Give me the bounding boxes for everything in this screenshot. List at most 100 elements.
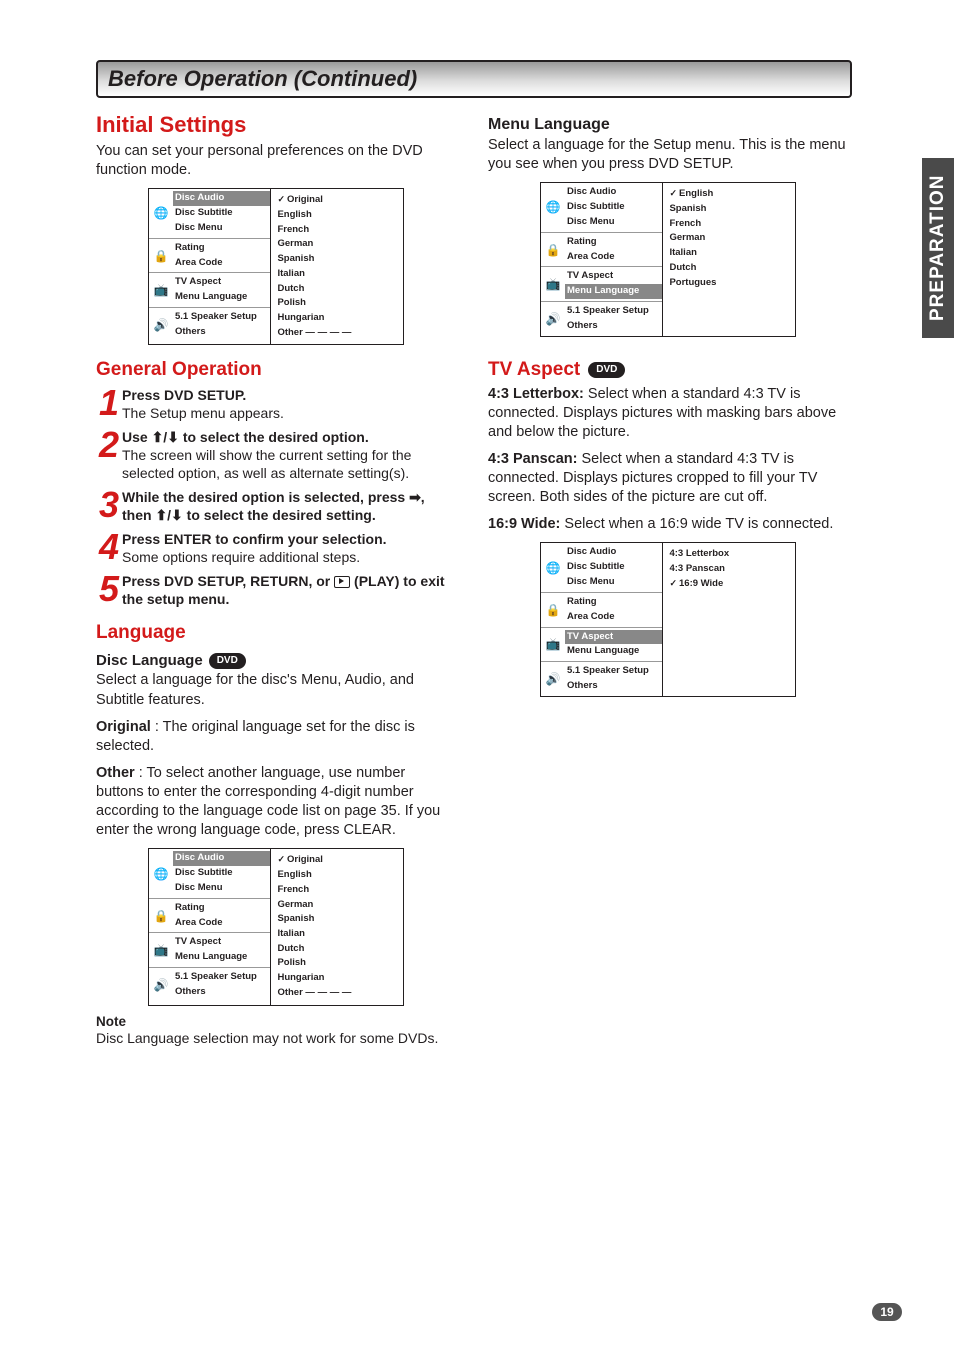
text-disc-language: Select a language for the disc's Menu, A…: [96, 671, 456, 709]
text-169-wide: 16:9 Wide: Select when a 16:9 wide TV is…: [488, 515, 848, 534]
menu-option: 16:9 Wide: [669, 577, 789, 592]
menu-group-icon: 🔒: [544, 601, 562, 619]
menu-option: Original: [277, 193, 397, 208]
menu-item: Area Code: [565, 250, 662, 265]
menu-item: 5.1 Speaker Setup: [565, 664, 662, 679]
menu-item: TV Aspect: [565, 630, 662, 645]
menu-option: Polish: [277, 296, 397, 311]
step-number: 2: [96, 431, 122, 459]
menu-option: Hungarian: [277, 311, 397, 326]
left-column: Initial Settings You can set your person…: [96, 112, 456, 1047]
menu-item: Others: [565, 679, 662, 694]
menu-item: TV Aspect: [173, 275, 270, 290]
step-number: 1: [96, 389, 122, 417]
text-43-panscan: 4:3 Panscan: Select when a standard 4:3 …: [488, 450, 848, 507]
menu-group-icon: 🔒: [544, 241, 562, 259]
text-other: Other : To select another language, use …: [96, 764, 456, 841]
dvd-badge: DVD: [209, 653, 246, 669]
menu-group-icon: 🔊: [544, 670, 562, 688]
text-43-letterbox: 4:3 Letterbox: Select when a standard 4:…: [488, 385, 848, 442]
menu-item: Rating: [173, 901, 270, 916]
menu-option: French: [277, 883, 397, 898]
menu-item: Area Code: [173, 256, 270, 271]
menu-option: French: [277, 223, 397, 238]
menu-item: Others: [173, 325, 270, 340]
menu-option: Spanish: [669, 202, 789, 217]
menu-item: Disc Menu: [565, 575, 662, 590]
page-number: 19: [872, 1303, 902, 1321]
menu-item: Disc Menu: [173, 221, 270, 236]
menu-item: Others: [173, 985, 270, 1000]
menu-item: Menu Language: [565, 284, 662, 299]
menu-item: Menu Language: [565, 644, 662, 659]
menu-item: Disc Subtitle: [565, 560, 662, 575]
menu-option: 4:3 Panscan: [669, 562, 789, 577]
menu-item: Rating: [173, 241, 270, 256]
menu-option: German: [277, 898, 397, 913]
text-initial: You can set your personal preferences on…: [96, 142, 456, 180]
menu-option: Other — — — —: [277, 986, 397, 1001]
menu-option: Spanish: [277, 912, 397, 927]
heading-initial-settings: Initial Settings: [96, 112, 456, 138]
menu-item: Disc Menu: [565, 215, 662, 230]
menu-option: Original: [277, 853, 397, 868]
title-bar: Before Operation (Continued): [96, 60, 852, 98]
menu-option: French: [669, 217, 789, 232]
menu-option: Portugues: [669, 276, 789, 291]
menu-group-icon: 🔒: [152, 247, 170, 265]
menu-item: Disc Subtitle: [173, 866, 270, 881]
menu-group-icon: 📺: [152, 941, 170, 959]
menu-option: Polish: [277, 956, 397, 971]
menu-group-icon: 🔒: [152, 907, 170, 925]
menu-option: Other — — — —: [277, 326, 397, 341]
menu-option: Spanish: [277, 252, 397, 267]
dvd-badge: DVD: [588, 362, 625, 378]
menu-item: Disc Audio: [173, 191, 270, 206]
step-number: 5: [96, 575, 122, 603]
heading-menu-language: Menu Language: [488, 116, 848, 134]
menu-group-icon: 🌐: [544, 198, 562, 216]
menu-item: 5.1 Speaker Setup: [565, 304, 662, 319]
menu-group-icon: 🔊: [544, 310, 562, 328]
menu-option: English: [277, 868, 397, 883]
play-icon: [334, 576, 350, 588]
heading-disc-language: Disc Language: [96, 652, 203, 669]
setup-menu-screenshot-1: 🌐Disc AudioDisc SubtitleDisc Menu🔒Rating…: [148, 188, 404, 345]
menu-option: English: [277, 208, 397, 223]
menu-item: TV Aspect: [173, 935, 270, 950]
menu-item: Menu Language: [173, 950, 270, 965]
menu-item: Area Code: [173, 916, 270, 931]
steps-list: 1 Press DVD SETUP.The Setup menu appears…: [96, 387, 456, 608]
note-body: Disc Language selection may not work for…: [96, 1029, 456, 1047]
step-number: 4: [96, 533, 122, 561]
menu-item: Disc Audio: [565, 185, 662, 200]
menu-item: 5.1 Speaker Setup: [173, 310, 270, 325]
menu-item: Disc Subtitle: [565, 200, 662, 215]
menu-option: Hungarian: [277, 971, 397, 986]
menu-group-icon: 🌐: [152, 204, 170, 222]
menu-item: Rating: [565, 595, 662, 610]
menu-item: Others: [565, 319, 662, 334]
menu-item: Rating: [565, 235, 662, 250]
menu-group-icon: 📺: [544, 635, 562, 653]
menu-group-icon: 🌐: [544, 559, 562, 577]
menu-item: Area Code: [565, 610, 662, 625]
text-menu-language: Select a language for the Setup menu. Th…: [488, 136, 848, 174]
menu-group-icon: 🔊: [152, 316, 170, 334]
menu-option: Dutch: [277, 282, 397, 297]
menu-item: 5.1 Speaker Setup: [173, 970, 270, 985]
heading-general-operation: General Operation: [96, 359, 456, 381]
menu-option: 4:3 Letterbox: [669, 547, 789, 562]
setup-menu-screenshot-2: 🌐Disc AudioDisc SubtitleDisc Menu🔒Rating…: [148, 848, 404, 1005]
side-tab-preparation: PREPARATION: [922, 158, 954, 338]
menu-option: Dutch: [277, 942, 397, 957]
menu-option: Italian: [277, 267, 397, 282]
menu-group-icon: 🌐: [152, 865, 170, 883]
note-heading: Note: [96, 1014, 456, 1029]
menu-item: Disc Menu: [173, 881, 270, 896]
menu-item: Menu Language: [173, 290, 270, 305]
menu-item: Disc Subtitle: [173, 206, 270, 221]
menu-option: Italian: [277, 927, 397, 942]
text-original: Original : The original language set for…: [96, 718, 456, 756]
step-number: 3: [96, 491, 122, 519]
